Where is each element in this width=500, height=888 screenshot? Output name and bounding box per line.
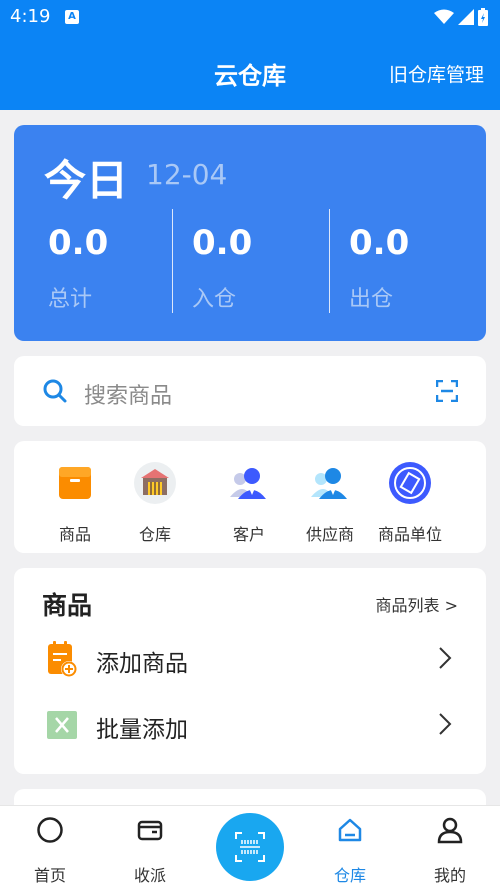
stat-out-value: 0.0 [349, 223, 410, 263]
category-unit[interactable]: 商品单位 [365, 461, 455, 545]
chevron-right-icon [439, 713, 452, 735]
add-goods-icon [48, 641, 77, 677]
stat-total: 0.0 总计 [48, 223, 198, 313]
tab-label: 仓库 [333, 866, 366, 885]
stat-out: 0.0 出仓 [349, 223, 499, 313]
search-bar[interactable]: 搜索商品 [14, 356, 486, 426]
customer-icon [230, 468, 266, 499]
warehouse-icon [134, 462, 176, 504]
tab-mine[interactable]: 我的 [410, 816, 490, 886]
tab-dispatch[interactable]: 收派 [110, 816, 190, 886]
add-goods-row[interactable]: 添加商品 [14, 632, 486, 688]
category-label: 供应商 [305, 525, 354, 544]
warehouse-house-icon [338, 818, 362, 842]
stat-divider [172, 209, 173, 313]
chevron-right-icon [439, 647, 452, 669]
category-label: 客户 [232, 525, 265, 544]
unit-icon [389, 462, 431, 504]
notification-a-icon: A [65, 10, 79, 24]
signal-icon [458, 9, 474, 25]
category-supplier[interactable]: 供应商 [285, 461, 375, 545]
battery-icon [478, 8, 488, 26]
bulk-add-row[interactable]: 批量添加 [14, 698, 486, 754]
stat-total-value: 0.0 [48, 223, 109, 263]
goods-section: 商品 商品列表 > 添加商品 批量添加 [14, 568, 486, 774]
stat-in: 0.0 入仓 [192, 223, 342, 313]
stat-total-label: 总计 [48, 287, 93, 312]
status-bar: 4:19 A [0, 0, 500, 34]
barcode-scan-icon [235, 832, 265, 862]
today-title: 今日 [44, 156, 129, 205]
person-icon [437, 817, 463, 844]
wifi-icon [434, 9, 454, 24]
tab-label: 我的 [433, 866, 466, 885]
row-label: 批量添加 [96, 717, 188, 743]
tab-label: 收派 [133, 866, 166, 885]
category-goods[interactable]: 商品 [30, 461, 120, 545]
category-label: 商品单位 [377, 525, 442, 544]
stat-divider [329, 209, 330, 313]
category-label: 商品 [58, 525, 91, 544]
scan-button[interactable] [216, 813, 284, 881]
system-icons [434, 8, 488, 26]
category-customer[interactable]: 客户 [204, 461, 294, 545]
today-date: 12-04 [146, 158, 228, 191]
stat-out-label: 出仓 [349, 287, 394, 312]
tab-label: 首页 [33, 866, 66, 885]
category-label: 仓库 [138, 525, 171, 544]
stat-in-label: 入仓 [192, 287, 237, 312]
stat-in-value: 0.0 [192, 223, 253, 263]
app-bar: 云仓库 旧仓库管理 [0, 34, 500, 110]
old-warehouse-link[interactable]: 旧仓库管理 [389, 60, 484, 87]
section-heading: 商品 [42, 591, 93, 620]
row-label: 添加商品 [96, 651, 188, 677]
wallet-icon [137, 820, 163, 841]
tab-home[interactable]: 首页 [10, 816, 90, 886]
box-icon [59, 467, 91, 499]
status-time: 4:19 [10, 6, 51, 27]
excel-icon [47, 711, 77, 739]
search-icon [43, 379, 67, 403]
category-warehouse[interactable]: 仓库 [110, 461, 200, 545]
goods-list-link[interactable]: 商品列表 > [376, 592, 459, 616]
scan-icon[interactable] [436, 380, 458, 402]
supplier-icon [311, 468, 347, 499]
search-input[interactable]: 搜索商品 [84, 378, 172, 410]
category-shortcuts: 商品 仓库 客户 供应商 商品单位 [14, 441, 486, 553]
tab-warehouse[interactable]: 仓库 [310, 816, 390, 886]
today-summary-card: 今日 12-04 0.0 总计 0.0 入仓 0.0 出仓 [14, 125, 486, 341]
home-circle-icon [37, 817, 63, 843]
